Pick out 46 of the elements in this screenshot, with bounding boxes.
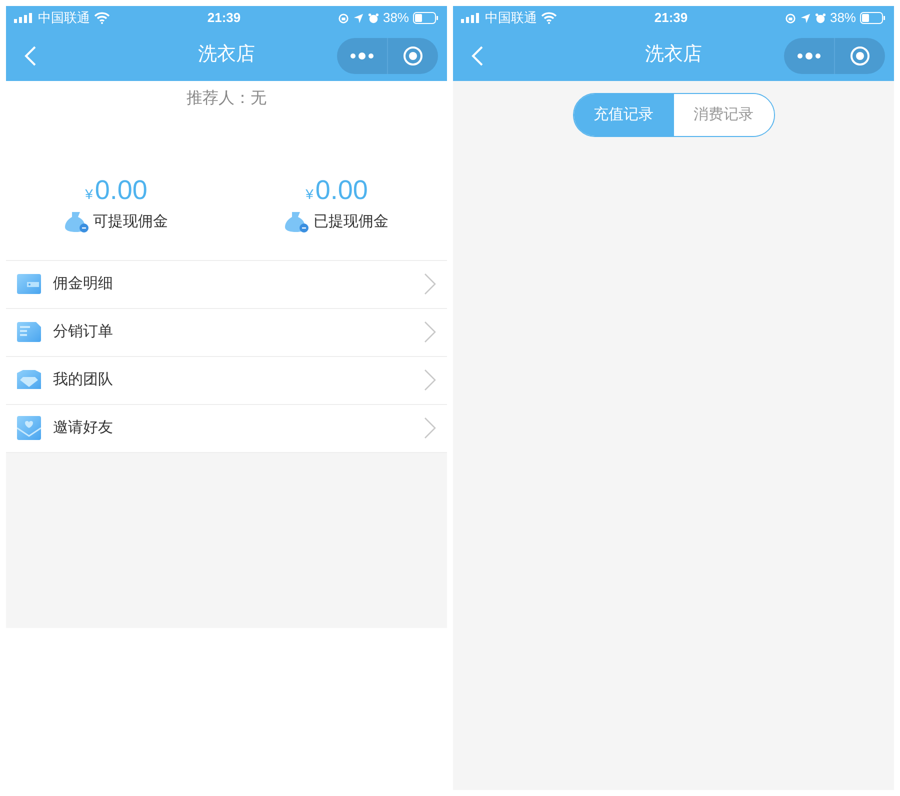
chevron-right-icon — [424, 321, 436, 343]
money-bag-icon — [285, 211, 310, 234]
chevron-right-icon — [424, 417, 436, 439]
back-icon — [23, 44, 37, 66]
target-icon — [403, 46, 423, 66]
battery-icon — [860, 12, 886, 24]
target-icon — [850, 46, 870, 66]
menu-item[interactable]: 佣金明细 — [6, 260, 447, 308]
location-icon — [800, 12, 811, 24]
envelope-icon — [17, 416, 41, 440]
more-icon — [797, 52, 821, 60]
currency-symbol: ¥ — [85, 185, 93, 204]
page-title: 洗衣店 — [198, 43, 255, 68]
balance-label: 已提现佣金 — [313, 212, 388, 232]
rotation-lock-icon — [338, 12, 349, 24]
amount-value: 0.00 — [315, 174, 368, 207]
carrier-name: 中国联通 — [38, 9, 90, 28]
alarm-icon — [814, 12, 826, 24]
wallet-icon — [17, 273, 41, 295]
battery-percent: 38% — [830, 9, 856, 28]
more-icon — [350, 52, 374, 60]
status-time: 21:39 — [207, 9, 241, 28]
back-icon — [470, 44, 484, 66]
battery-icon — [413, 12, 439, 24]
currency-symbol: ¥ — [306, 185, 314, 204]
chevron-right-icon — [424, 369, 436, 391]
carrier-name: 中国联通 — [485, 9, 537, 28]
money-bag-icon — [64, 211, 89, 234]
signal-icon — [461, 13, 481, 23]
wifi-icon — [541, 12, 557, 24]
signal-icon — [14, 13, 34, 23]
wifi-icon — [94, 12, 110, 24]
amount-value: 0.00 — [94, 174, 148, 207]
alarm-icon — [368, 12, 379, 24]
document-icon — [17, 321, 41, 343]
chevron-right-icon — [424, 273, 436, 295]
balance-label: 可提现佣金 — [92, 212, 168, 232]
referrer-text: 推荐人：无 — [186, 88, 268, 109]
status-time: 21:39 — [654, 9, 688, 28]
menu-item[interactable]: 我的团队 — [6, 356, 447, 404]
diamond-icon — [17, 369, 41, 391]
battery-percent: 38% — [382, 9, 409, 28]
location-icon — [352, 12, 364, 24]
menu-item[interactable]: 分销订单 — [6, 308, 447, 356]
rotation-lock-icon — [784, 12, 796, 24]
page-title: 洗衣店 — [645, 43, 702, 68]
